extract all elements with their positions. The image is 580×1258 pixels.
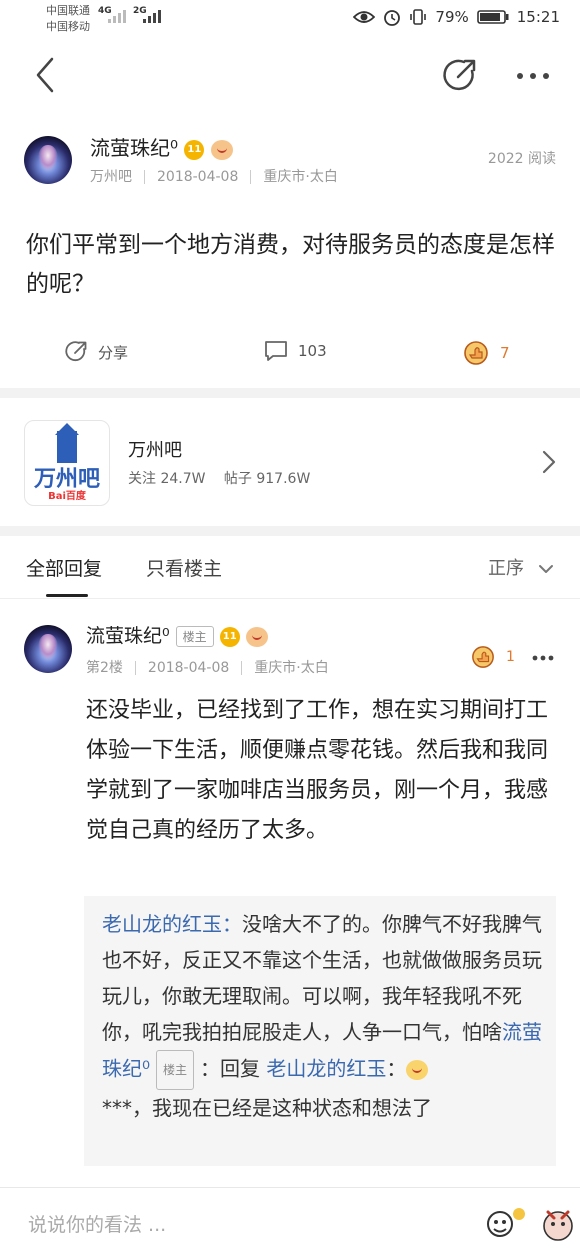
carrier-1: 中国联通 — [46, 4, 90, 17]
alarm-icon — [384, 10, 401, 26]
like-button[interactable]: 7 — [462, 340, 510, 366]
sub-reply-2-prefix: ：回复 — [200, 1056, 267, 1081]
nav-bar — [0, 40, 580, 110]
forum-card[interactable]: 万州吧 Bai百度 万州吧 关注 24.7W 帖子 917.6W — [0, 398, 580, 526]
angry-emoji-icon — [406, 1060, 429, 1080]
comment-bar: 说说你的看法 ... — [0, 1187, 580, 1258]
share-label: 分享 — [98, 343, 129, 362]
battery-icon — [476, 10, 509, 24]
post-title: 你们平常到一个地方消费，对待服务员的态度是怎样的呢？ — [26, 232, 555, 297]
reply-more-icon[interactable] — [532, 655, 554, 661]
reply-content: 还没毕业，已经找到了工作，想在实习期间打工体验一下生活，顺便赚点零花钱。然后我和… — [86, 698, 549, 843]
level-badge: 11 — [184, 139, 205, 160]
reply-like-button[interactable]: 1 — [470, 645, 515, 669]
reply-location: 重庆市·太白 — [254, 660, 329, 676]
forum-posts: 帖子 917.6W — [223, 471, 311, 487]
avatar[interactable] — [24, 136, 72, 184]
more-icon[interactable] — [516, 72, 550, 80]
forum-link[interactable]: 万州吧 — [90, 169, 132, 185]
tab-host-only[interactable]: 只看楼主 — [146, 554, 222, 581]
author-name: 流萤珠纪⁰ — [90, 136, 179, 160]
forum-logo-brand: Bai百度 — [48, 491, 86, 502]
sub-reply-host-badge: 楼主 — [156, 1050, 195, 1090]
battery-percent: 79% — [435, 8, 469, 26]
share-icon[interactable] — [442, 57, 478, 93]
reply-emoji-icon — [245, 626, 268, 647]
sub-reply-1: 老山龙的红玉：没啥大不了的。你脾气不好我脾气也不好，反正又不靠这个生活，也就做做… — [102, 906, 542, 1126]
comment-input[interactable]: 说说你的看法 ... — [28, 1210, 166, 1237]
host-badge: 楼主 — [175, 626, 214, 647]
reply-level-badge: 11 — [219, 626, 240, 647]
gift-icon[interactable] — [540, 1204, 576, 1244]
chevron-right-icon — [542, 450, 556, 474]
sub-reply-user[interactable]: 老山龙的红玉 — [102, 912, 222, 936]
comment-count: 103 — [298, 342, 327, 360]
read-count: 2022 阅读 — [487, 151, 556, 167]
post-actions: 分享 103 7 — [0, 330, 580, 374]
carrier-2: 中国移动 — [46, 20, 90, 33]
sub-reply-2-text: ***，我现在已经是这种状态和想法了 — [102, 1096, 432, 1120]
share-button[interactable]: 分享 — [64, 340, 128, 364]
eye-icon — [353, 11, 376, 23]
status-bar: 中国联通 中国移动 4G 2G 79% 15:21 — [0, 0, 580, 40]
reply-item: 流萤珠纪⁰ 楼主 11 第2楼 2018-04-08 重庆市·太白 1 还没毕业，已… — [0, 599, 580, 1187]
back-arrow-icon[interactable] — [34, 56, 56, 94]
sub-reply-2-target[interactable]: 老山龙的红玉 — [266, 1057, 386, 1081]
sort-label: 正序 — [488, 558, 524, 579]
reply-date: 2018-04-08 — [147, 660, 230, 676]
sub-replies[interactable]: 老山龙的红玉：没啥大不了的。你脾气不好我脾气也不好，反正又不靠这个生活，也就做做… — [84, 896, 556, 1166]
reply-avatar[interactable] — [24, 625, 72, 673]
like-count: 7 — [500, 344, 510, 362]
tab-indicator — [46, 594, 88, 597]
post-date: 2018-04-08 — [157, 169, 239, 185]
reply-tabs: 全部回复 只看楼主 正序 — [0, 536, 580, 599]
reply-like-count: 1 — [506, 649, 515, 665]
vibrate-icon — [410, 9, 427, 25]
sticker-icon[interactable] — [484, 1204, 530, 1244]
tab-all-replies[interactable]: 全部回复 — [26, 554, 102, 581]
reply-floor: 第2楼 — [86, 660, 123, 676]
forum-name: 万州吧 — [128, 440, 182, 461]
clock: 15:21 — [516, 8, 560, 26]
post-author[interactable]: 流萤珠纪⁰ 11 — [90, 132, 233, 161]
signal-icon-1 — [108, 10, 126, 23]
emoji-icon — [210, 139, 233, 160]
sub-reply-sep: ： — [222, 912, 242, 936]
post-location: 重庆市·太白 — [263, 169, 338, 185]
signal-icon-2 — [143, 10, 161, 23]
sub-reply-2-colon: ： — [386, 1056, 407, 1081]
thumbs-up-icon — [464, 341, 488, 365]
comment-icon — [265, 341, 287, 361]
forum-logo: 万州吧 Bai百度 — [24, 420, 110, 506]
reply-author-name: 流萤珠纪⁰ — [86, 625, 170, 647]
share-icon — [65, 341, 87, 362]
forum-follow: 关注 24.7W — [128, 471, 206, 487]
comment-button[interactable]: 103 — [264, 340, 327, 362]
thumbs-up-icon — [472, 646, 494, 668]
sort-dropdown[interactable]: 正序 — [488, 554, 554, 580]
chevron-down-icon — [538, 565, 553, 573]
reply-author[interactable]: 流萤珠纪⁰ 楼主 11 — [86, 621, 268, 648]
